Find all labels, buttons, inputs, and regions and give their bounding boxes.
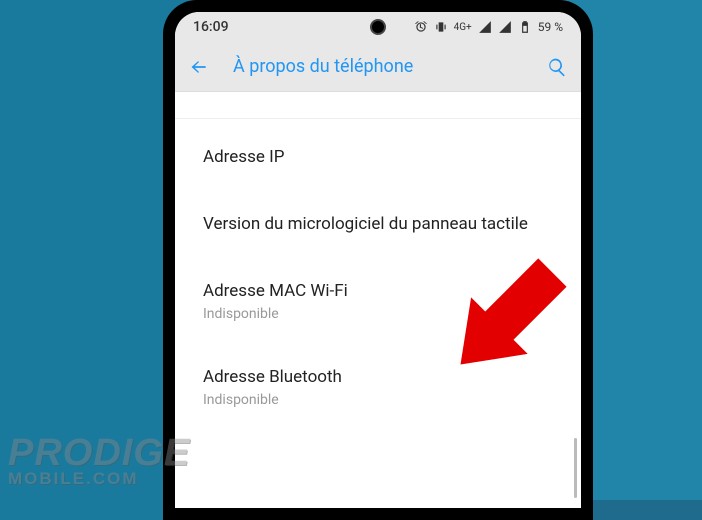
- setting-title: Adresse Bluetooth: [203, 366, 553, 389]
- network-type: 4G+: [454, 22, 472, 33]
- signal-icon: [478, 20, 492, 34]
- status-icons: 4G+ 59 %: [414, 20, 563, 34]
- signal-icon-2: [498, 20, 512, 34]
- app-bar: À propos du téléphone: [175, 42, 581, 92]
- setting-subtitle: Indisponible: [203, 306, 553, 322]
- phone-screen: 16:09 4G+ 59 % À propos du téléphone: [175, 12, 581, 508]
- setting-title: Version du micrologiciel du panneau tact…: [203, 213, 553, 236]
- alarm-icon: [414, 20, 428, 34]
- battery-icon: [518, 20, 532, 34]
- page-title: À propos du téléphone: [233, 56, 523, 77]
- search-button[interactable]: [547, 57, 567, 77]
- camera-notch: [370, 19, 386, 35]
- scroll-indicator[interactable]: [574, 438, 577, 498]
- setting-title: Adresse MAC Wi-Fi: [203, 280, 553, 303]
- back-button[interactable]: [189, 57, 209, 77]
- setting-title: Adresse IP: [203, 146, 553, 169]
- arrow-back-icon: [189, 57, 209, 77]
- status-time: 16:09: [193, 19, 229, 35]
- setting-wifi-mac[interactable]: Adresse MAC Wi-Fi Indisponible: [175, 258, 581, 344]
- search-icon: [547, 57, 567, 77]
- phone-frame: 16:09 4G+ 59 % À propos du téléphone: [163, 0, 593, 520]
- status-bar: 16:09 4G+ 59 %: [175, 12, 581, 42]
- vibrate-icon: [434, 20, 448, 34]
- settings-list: Adresse IP Version du micrologiciel du p…: [175, 92, 581, 430]
- divider: [175, 100, 581, 118]
- setting-bluetooth-address[interactable]: Adresse Bluetooth Indisponible: [175, 344, 581, 430]
- setting-ip-address[interactable]: Adresse IP: [175, 124, 581, 191]
- setting-firmware-version[interactable]: Version du micrologiciel du panneau tact…: [175, 191, 581, 258]
- battery-text: 59 %: [538, 20, 563, 34]
- setting-subtitle: Indisponible: [203, 392, 553, 408]
